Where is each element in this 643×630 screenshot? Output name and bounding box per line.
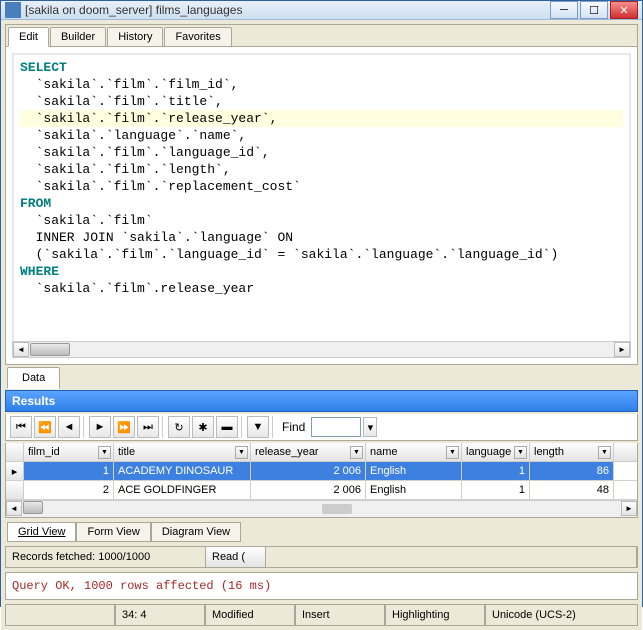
chevron-down-icon[interactable]: ▼ [350, 446, 363, 459]
row-indicator [6, 481, 24, 499]
find-label: Find [282, 420, 305, 434]
scroll-thumb[interactable] [23, 501, 43, 514]
tab-builder[interactable]: Builder [50, 27, 106, 46]
cell-title[interactable]: ACE GOLDFINGER [114, 481, 251, 499]
cell-release-year[interactable]: 2 006 [251, 462, 366, 480]
read-button[interactable]: Read ( [206, 547, 266, 567]
scroll-right-icon[interactable]: ► [621, 501, 637, 516]
app-icon [5, 2, 21, 18]
scroll-left-icon[interactable]: ◄ [13, 342, 29, 357]
next-page-icon[interactable]: ⏩ [113, 416, 135, 438]
find-dropdown-icon[interactable]: ▾ [363, 417, 377, 437]
grid-row[interactable]: 2 ACE GOLDFINGER 2 006 English 1 48 [6, 481, 637, 500]
status-modified: Modified [205, 605, 295, 626]
results-header: Results [5, 390, 638, 412]
col-language[interactable]: language▼ [462, 443, 530, 461]
grid-view-button[interactable]: Grid View [7, 522, 76, 542]
status-encoding: Unicode (UCS-2) [485, 605, 638, 626]
window-title: [sakila on doom_server] films_languages [25, 3, 550, 17]
prev-record-icon[interactable]: ◄ [58, 416, 80, 438]
cell-title[interactable]: ACADEMY DINOSAUR [114, 462, 251, 480]
chevron-down-icon[interactable]: ▼ [235, 446, 248, 459]
cell-length[interactable]: 48 [530, 481, 614, 499]
scroll-grip-icon[interactable] [322, 504, 352, 514]
add-record-icon[interactable]: ✱ [192, 416, 214, 438]
query-message: Query OK, 1000 rows affected (16 ms) [5, 572, 638, 600]
chevron-down-icon[interactable]: ▼ [98, 446, 111, 459]
editor-tabs: Edit Builder History Favorites [6, 25, 637, 47]
form-view-button[interactable]: Form View [76, 522, 150, 542]
chevron-down-icon[interactable]: ▼ [446, 446, 459, 459]
cell-film-id[interactable]: 2 [24, 481, 114, 499]
window: [sakila on doom_server] films_languages … [0, 0, 643, 607]
col-name[interactable]: name▼ [366, 443, 462, 461]
cell-release-year[interactable]: 2 006 [251, 481, 366, 499]
grid-toolbar: ⏮ ⏪ ◄ ► ⏩ ⏭ ↻ ✱ ▬ ▼ Find ▾ [5, 414, 638, 441]
editor-scroll-h[interactable]: ◄ ► [12, 341, 631, 358]
next-record-icon[interactable]: ► [89, 416, 111, 438]
results-grid: film_id▼ title▼ release_year▼ name▼ lang… [5, 443, 638, 518]
col-length[interactable]: length▼ [530, 443, 614, 461]
status-highlighting: Highlighting [385, 605, 485, 626]
find-input[interactable] [311, 417, 361, 437]
cell-language[interactable]: 1 [462, 481, 530, 499]
last-record-icon[interactable]: ⏭ [137, 416, 159, 438]
view-buttons: Grid View Form View Diagram View [5, 520, 638, 544]
records-fetched: Records fetched: 1000/1000 [6, 547, 206, 567]
title-bar[interactable]: [sakila on doom_server] films_languages … [1, 1, 642, 20]
tab-history[interactable]: History [107, 27, 163, 46]
cell-length[interactable]: 86 [530, 462, 614, 480]
col-film-id[interactable]: film_id▼ [24, 443, 114, 461]
status-insert: Insert [295, 605, 385, 626]
records-row: Records fetched: 1000/1000 Read ( [5, 546, 638, 568]
tab-edit[interactable]: Edit [8, 27, 49, 47]
row-indicator-icon: ▸ [6, 462, 24, 480]
prev-page-icon[interactable]: ⏪ [34, 416, 56, 438]
refresh-icon[interactable]: ↻ [168, 416, 190, 438]
scroll-right-icon[interactable]: ► [614, 342, 630, 357]
scroll-left-icon[interactable]: ◄ [6, 501, 22, 516]
scroll-thumb[interactable] [30, 343, 70, 356]
status-bar: 34: 4 Modified Insert Highlighting Unico… [5, 604, 638, 626]
first-record-icon[interactable]: ⏮ [10, 416, 32, 438]
minimize-button[interactable]: ─ [550, 1, 578, 19]
data-tabs: Data [5, 367, 638, 388]
filter-icon[interactable]: ▼ [247, 416, 269, 438]
close-button[interactable]: ✕ [610, 1, 638, 19]
tab-favorites[interactable]: Favorites [164, 27, 231, 46]
delete-record-icon[interactable]: ▬ [216, 416, 238, 438]
chevron-down-icon[interactable]: ▼ [514, 446, 527, 459]
diagram-view-button[interactable]: Diagram View [151, 522, 241, 542]
editor-panel: Edit Builder History Favorites SELECT `s… [5, 24, 638, 365]
row-header-corner [6, 443, 24, 461]
chevron-down-icon[interactable]: ▼ [598, 446, 611, 459]
cell-film-id[interactable]: 1 [24, 462, 114, 480]
grid-scroll-h[interactable]: ◄ ► [6, 500, 637, 517]
sql-editor[interactable]: SELECT `sakila`.`film`.`film_id`, `sakil… [12, 53, 631, 358]
col-release-year[interactable]: release_year▼ [251, 443, 366, 461]
cell-name[interactable]: English [366, 481, 462, 499]
col-title[interactable]: title▼ [114, 443, 251, 461]
grid-row[interactable]: ▸ 1 ACADEMY DINOSAUR 2 006 English 1 86 [6, 462, 637, 481]
status-position: 34: 4 [115, 605, 205, 626]
tab-data[interactable]: Data [7, 367, 60, 389]
cell-language[interactable]: 1 [462, 462, 530, 480]
grid-header: film_id▼ title▼ release_year▼ name▼ lang… [6, 443, 637, 462]
cell-name[interactable]: English [366, 462, 462, 480]
maximize-button[interactable]: ☐ [580, 1, 608, 19]
